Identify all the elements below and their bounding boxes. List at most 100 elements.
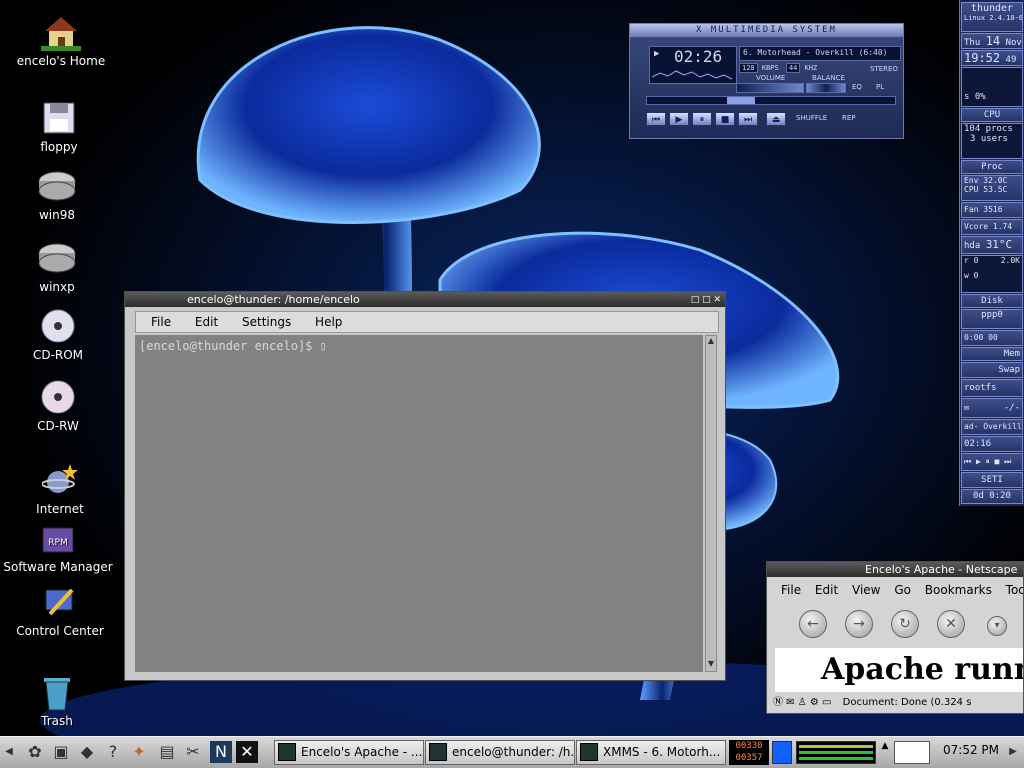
- xmms-seek-handle[interactable]: [727, 97, 755, 104]
- help-icon[interactable]: ?: [102, 741, 124, 763]
- xmms-shuffle-toggle[interactable]: SHUFFLE: [796, 114, 827, 122]
- menu-bookmarks[interactable]: Bookmarks: [925, 583, 992, 597]
- desktop-icon-internet[interactable]: Internet: [5, 460, 115, 516]
- reload-button[interactable]: ↻: [891, 610, 919, 638]
- menu-go[interactable]: Go: [894, 583, 911, 597]
- lock-icon[interactable]: ◆: [76, 741, 98, 763]
- menu-file[interactable]: File: [781, 583, 801, 597]
- xmms-play-button[interactable]: ▶: [669, 112, 689, 126]
- menu-help[interactable]: Help: [315, 315, 342, 329]
- xmms-stereo: STEREO: [870, 65, 898, 73]
- desktop-icon-trash[interactable]: Trash: [2, 672, 112, 728]
- gk-mail[interactable]: ✉ -/-: [961, 398, 1023, 418]
- desktop-icon-software-manager[interactable]: RPM Software Manager: [3, 518, 113, 574]
- xmms-pl-toggle[interactable]: PL: [876, 83, 884, 91]
- xmms-launcher-icon[interactable]: ✕: [236, 741, 258, 763]
- xmms-seek-bar[interactable]: [646, 96, 896, 105]
- task-netscape[interactable]: Encelo's Apache - ...: [274, 740, 424, 765]
- desktop-icon-label: encelo's Home: [16, 54, 106, 68]
- xmms-balance-slider[interactable]: [806, 83, 846, 93]
- desktop-icon-control-center[interactable]: Control Center: [5, 582, 115, 638]
- xmms-prev-button[interactable]: ⏮: [646, 112, 666, 126]
- back-arrow-icon: ←: [807, 616, 819, 632]
- panel-clock[interactable]: 07:52 PM: [943, 743, 999, 757]
- xmms-track-title: 6. Motorhead - Overkill (6:40): [739, 46, 901, 61]
- status-text: Document: Done (0.324 s: [842, 697, 972, 708]
- xmms-titlebar[interactable]: X MULTIMEDIA SYSTEM: [630, 24, 903, 37]
- menu-settings[interactable]: Settings: [242, 315, 291, 329]
- nautilus-icon[interactable]: ✦: [128, 741, 150, 763]
- monitor-icon[interactable]: ▣: [50, 741, 72, 763]
- desktop-icon-cdrom[interactable]: CD-ROM: [3, 306, 113, 362]
- desktop-icon-floppy[interactable]: floppy: [4, 98, 114, 154]
- url-dropdown-button[interactable]: ▾: [987, 616, 1007, 636]
- scroll-up-icon[interactable]: ▲: [706, 336, 716, 348]
- xmms-repeat-toggle[interactable]: REP: [842, 114, 856, 122]
- gk-vcore: Vcore 1.74: [961, 219, 1023, 235]
- menu-tools[interactable]: Tools: [1006, 583, 1023, 597]
- gk-ppp: ppp0: [961, 309, 1023, 329]
- panel-hide-left-icon[interactable]: ◀: [2, 741, 16, 763]
- harddrive-icon: [37, 238, 77, 278]
- scroll-down-icon[interactable]: ▼: [706, 659, 716, 671]
- gk-ppp-time: 0:00 00: [961, 330, 1023, 346]
- task-xmms[interactable]: XMMS - 6. Motorh...: [576, 740, 726, 765]
- task-label: XMMS - 6. Motorh...: [603, 745, 721, 759]
- desktop-icon-home[interactable]: encelo's Home: [6, 12, 116, 68]
- netscape-titlebar[interactable]: Encelo's Apache - Netscape: [767, 562, 1023, 577]
- gk-disk-graph: r 0 2.0K w 0: [961, 255, 1023, 293]
- terminal-scrollbar[interactable]: ▲ ▼: [705, 335, 717, 672]
- netscape-window[interactable]: Encelo's Apache - Netscape File Edit Vie…: [766, 561, 1024, 714]
- desktop-icon-label: Trash: [41, 714, 73, 728]
- status-icons[interactable]: Ⓝ ✉ ♙ ⚙ ▭: [773, 697, 831, 708]
- load-meter: [796, 741, 876, 764]
- xmms-time-display: ▶ 02:26: [649, 46, 737, 84]
- rpm-package-icon: RPM: [38, 518, 78, 558]
- gk-hda-temp: hda 31°C: [961, 236, 1023, 254]
- xmms-next-button[interactable]: ⏭: [738, 112, 758, 126]
- workspace-indicator[interactable]: [772, 741, 792, 764]
- reload-icon: ↻: [899, 616, 911, 632]
- desktop-icon-win98[interactable]: win98: [2, 166, 112, 222]
- desktop-icon-label: CD-RW: [37, 419, 79, 433]
- gk-proc-graph: 104 procs 3 users: [961, 123, 1023, 159]
- desktop-icon-label: Software Manager: [3, 560, 113, 574]
- panel-hide-right-icon[interactable]: ▶: [1006, 741, 1020, 763]
- gkrellm-panel: thunder Linux 2.4.18-6 Thu 14 Nov 19:52 …: [959, 0, 1024, 506]
- terminal-launcher-icon[interactable]: ▤: [156, 741, 178, 763]
- menu-edit[interactable]: Edit: [815, 583, 838, 597]
- desktop-icon-cdrw[interactable]: CD-RW: [3, 377, 113, 433]
- menu-view[interactable]: View: [852, 583, 880, 597]
- gk-seti: SETI: [961, 472, 1023, 488]
- harddrive-icon: [37, 166, 77, 206]
- tools-icon[interactable]: ✂: [182, 741, 204, 763]
- xmms-eject-button[interactable]: ⏏: [766, 112, 786, 126]
- gk-xmms-controls[interactable]: ⏮ ▶ ⏸ ■ ⏭: [961, 453, 1023, 471]
- xmms-volume-label: VOLUME: [756, 74, 786, 82]
- workspace-pager[interactable]: [894, 741, 930, 764]
- window-controls[interactable]: □ □ ✕: [691, 293, 721, 308]
- xmms-eq-toggle[interactable]: EQ: [852, 83, 862, 91]
- terminal-screen[interactable]: [encelo@thunder encelo]$ ▯: [135, 335, 703, 672]
- menu-edit[interactable]: Edit: [195, 315, 218, 329]
- gk-xmms-track: ad- Overkill (6:: [961, 419, 1023, 435]
- desktop-icon-label: Control Center: [16, 624, 104, 638]
- stop-button[interactable]: ✕: [937, 610, 965, 638]
- back-button[interactable]: ←: [799, 610, 827, 638]
- netscape-launcher-icon[interactable]: N: [210, 741, 232, 763]
- xmms-window[interactable]: X MULTIMEDIA SYSTEM ▶ 02:26 6. Motorhead…: [629, 23, 904, 139]
- taskbar: ◀ ✿ ▣ ◆ ? ✦ ▤ ✂ N ✕ Encelo's Apache - ..…: [0, 736, 1024, 768]
- terminal-window[interactable]: encelo@thunder: /home/encelo □ □ ✕ File …: [124, 291, 726, 681]
- forward-button[interactable]: →: [845, 610, 873, 638]
- xmms-volume-slider[interactable]: [736, 83, 804, 93]
- xmms-stop-button[interactable]: ■: [715, 112, 735, 126]
- gk-rootfs[interactable]: rootfs: [961, 379, 1023, 397]
- terminal-titlebar[interactable]: encelo@thunder: /home/encelo □ □ ✕: [125, 292, 725, 307]
- task-terminal[interactable]: encelo@thunder: /h...: [425, 740, 575, 765]
- xmms-pause-button[interactable]: ⏸: [692, 112, 712, 126]
- desktop-icon-winxp[interactable]: winxp: [2, 238, 112, 294]
- menu-file[interactable]: File: [151, 315, 171, 329]
- gnome-foot-icon[interactable]: ✿: [24, 741, 46, 763]
- cdrw-icon: [38, 377, 78, 417]
- pager-up-icon[interactable]: ▲: [879, 741, 891, 764]
